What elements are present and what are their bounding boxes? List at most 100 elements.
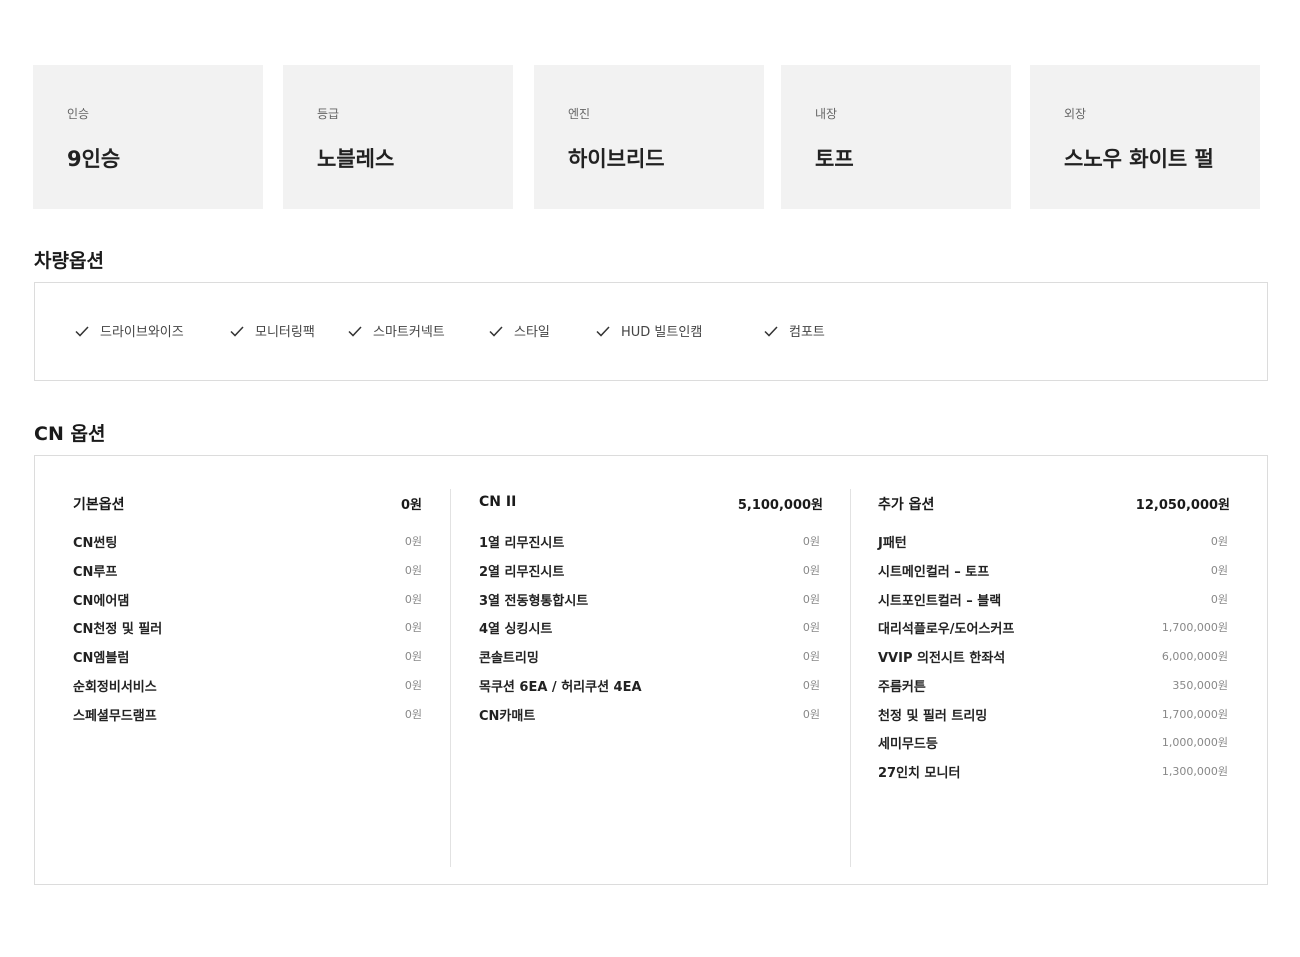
option-name: 시트메인컬러 – 토프	[878, 565, 990, 580]
cn-column-basic: 기본옵션 0원 CN썬팅 0원 CN루프 0원 CN에어댐 0원 CN천정 및 필러 0…	[73, 489, 422, 867]
cn-options-title: CN 옵션	[34, 423, 106, 445]
check-icon	[489, 325, 503, 337]
check-icon	[230, 325, 244, 337]
option-price: 1,000,000원	[1161, 736, 1228, 749]
cn-options-box: 기본옵션 0원 CN썬팅 0원 CN루프 0원 CN에어댐 0원 CN천정 및 필러 0…	[34, 455, 1268, 885]
option-item: HUD 빌트인캠	[595, 321, 702, 340]
vehicle-options-title: 차량옵션	[34, 250, 104, 272]
option-name: 세미무드등	[878, 737, 938, 752]
option-label: 드라이브와이즈	[100, 325, 184, 340]
option-name: CN엠블럼	[73, 651, 130, 666]
check-icon	[764, 325, 778, 337]
column-divider	[450, 489, 451, 867]
option-row: CN카매트 0원	[479, 705, 820, 725]
check-icon	[348, 325, 362, 337]
check-icon	[75, 325, 89, 337]
option-row: 스페셜무드램프 0원	[73, 705, 422, 725]
option-row: 순회정비서비스 0원	[73, 676, 422, 696]
column-divider	[850, 489, 851, 867]
option-row: CN엠블럼 0원	[73, 647, 422, 667]
option-name: J패턴	[878, 536, 907, 551]
spec-card-grade: 등급 노블레스	[283, 65, 513, 209]
option-label: 스마트커넥트	[373, 325, 445, 340]
option-label: 모니터링팩	[255, 325, 315, 340]
column-total: 5,100,000원	[737, 498, 823, 513]
vehicle-options-box: 드라이브와이즈 모니터링팩 스마트커넥트 스타일 HUD 빌트인캠 컴포트	[34, 282, 1268, 381]
spec-label: 내장	[815, 107, 838, 121]
column-header: 추가 옵션 12,050,000원	[878, 494, 1230, 514]
option-name: 4열 싱킹시트	[479, 622, 553, 637]
option-row: 천정 및 필러 트리밍 1,700,000원	[878, 705, 1228, 725]
option-price: 0원	[404, 535, 422, 548]
option-row: 시트메인컬러 – 토프 0원	[878, 561, 1228, 581]
option-name: CN카매트	[479, 709, 536, 724]
option-row: CN에어댐 0원	[73, 590, 422, 610]
option-name: CN천정 및 필러	[73, 622, 163, 637]
spec-label: 인승	[67, 107, 90, 121]
option-name: 2열 리무진시트	[479, 565, 565, 580]
cn-column-cn2: CN II 5,100,000원 1열 리무진시트 0원 2열 리무진시트 0원 3…	[479, 489, 823, 867]
spec-card-interior: 내장 토프	[781, 65, 1011, 209]
spec-value: 노블레스	[317, 147, 395, 171]
option-price: 350,000원	[1172, 679, 1228, 692]
option-price: 0원	[802, 535, 820, 548]
option-row: 목쿠션 6EA / 허리쿠션 4EA 0원	[479, 676, 820, 696]
spec-value: 9인승	[67, 147, 121, 171]
option-name: 스페셜무드램프	[73, 709, 157, 724]
option-price: 0원	[802, 621, 820, 634]
option-name: 대리석플로우/도어스커프	[878, 622, 1015, 637]
option-price: 0원	[404, 650, 422, 663]
option-price: 0원	[802, 650, 820, 663]
option-item: 스타일	[488, 321, 550, 340]
column-title: 추가 옵션	[878, 497, 935, 513]
spec-card-seats: 인승 9인승	[33, 65, 263, 209]
option-row: 시트포인트컬러 – 블랙 0원	[878, 590, 1228, 610]
option-row: 대리석플로우/도어스커프 1,700,000원	[878, 618, 1228, 638]
cn-column-extra: 추가 옵션 12,050,000원 J패턴 0원 시트메인컬러 – 토프 0원 시트…	[878, 489, 1230, 867]
check-icon	[596, 325, 610, 337]
option-name: 콘솔트리밍	[479, 651, 539, 666]
spec-value: 토프	[815, 147, 854, 171]
option-price: 0원	[802, 593, 820, 606]
option-row: J패턴 0원	[878, 532, 1228, 552]
option-item: 컴포트	[763, 321, 825, 340]
option-label: HUD 빌트인캠	[621, 325, 703, 340]
option-price: 0원	[802, 679, 820, 692]
option-row: 세미무드등 1,000,000원	[878, 733, 1228, 753]
option-price: 0원	[404, 679, 422, 692]
option-item: 모니터링팩	[229, 321, 315, 340]
option-name: VVIP 의전시트 한좌석	[878, 651, 1006, 666]
option-price: 0원	[1210, 535, 1228, 548]
option-name: CN에어댐	[73, 594, 130, 609]
option-price: 0원	[1210, 564, 1228, 577]
option-item: 스마트커넥트	[347, 321, 445, 340]
spec-value: 스노우 화이트 펄	[1064, 147, 1214, 171]
option-name: 주름커튼	[878, 680, 926, 695]
column-total: 0원	[400, 498, 422, 513]
column-title: 기본옵션	[73, 497, 125, 513]
option-price: 0원	[1210, 593, 1228, 606]
option-row: CN루프 0원	[73, 561, 422, 581]
option-row: CN썬팅 0원	[73, 532, 422, 552]
option-name: 27인치 모니터	[878, 766, 961, 781]
option-name: CN썬팅	[73, 536, 118, 551]
option-label: 컴포트	[789, 325, 825, 340]
option-row: 2열 리무진시트 0원	[479, 561, 820, 581]
spec-value: 하이브리드	[568, 147, 665, 171]
option-price: 0원	[404, 621, 422, 634]
option-price: 1,700,000원	[1161, 708, 1228, 721]
option-price: 6,000,000원	[1161, 650, 1228, 663]
option-name: 목쿠션 6EA / 허리쿠션 4EA	[479, 680, 642, 695]
option-name: 시트포인트컬러 – 블랙	[878, 594, 1002, 609]
column-header: 기본옵션 0원	[73, 494, 422, 514]
option-row: CN천정 및 필러 0원	[73, 618, 422, 638]
spec-label: 외장	[1064, 107, 1087, 121]
option-price: 1,300,000원	[1161, 765, 1228, 778]
option-price: 1,700,000원	[1161, 621, 1228, 634]
option-price: 0원	[802, 564, 820, 577]
option-row: VVIP 의전시트 한좌석 6,000,000원	[878, 647, 1228, 667]
option-name: 순회정비서비스	[73, 680, 157, 695]
spec-card-exterior: 외장 스노우 화이트 펄	[1030, 65, 1260, 209]
spec-card-engine: 엔진 하이브리드	[534, 65, 764, 209]
option-name: 천정 및 필러 트리밍	[878, 709, 988, 724]
